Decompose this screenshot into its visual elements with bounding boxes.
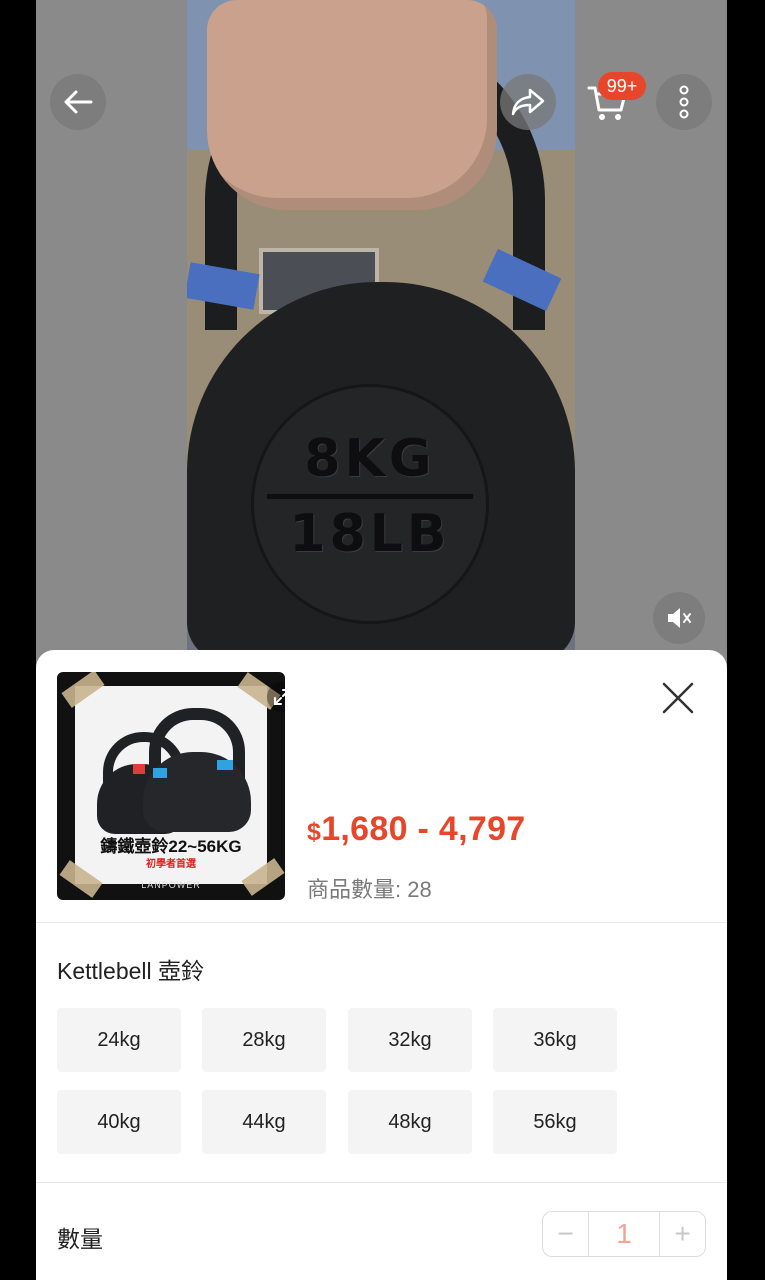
back-button[interactable]: [50, 74, 106, 130]
divider: [36, 922, 727, 923]
more-button[interactable]: [656, 74, 712, 130]
variant-option-56kg[interactable]: 56kg: [493, 1090, 617, 1154]
thumbnail-brand: LANPOWER: [141, 880, 201, 890]
emboss-lb: 18LB: [289, 504, 451, 564]
quantity-input[interactable]: 1: [588, 1212, 660, 1256]
emboss-rule: [267, 494, 473, 499]
variant-group-title: Kettlebell 壺鈴: [57, 958, 205, 984]
thumbnail-title: 鑄鐵壺鈴22~56KG: [100, 837, 242, 856]
variant-sheet: 鑄鐵壺鈴22~56KG 初學者首選 LANPOWER $1,680 - 4,79…: [36, 650, 727, 1280]
variant-option-44kg[interactable]: 44kg: [202, 1090, 326, 1154]
share-button[interactable]: [500, 74, 556, 130]
variant-option-24kg[interactable]: 24kg: [57, 1008, 181, 1072]
kettlebell-emboss: 8KG 18LB: [267, 429, 473, 564]
arrow-left-icon: [64, 90, 93, 114]
close-icon: [662, 682, 694, 714]
expand-icon: [274, 689, 285, 705]
price-value: 1,680 - 4,797: [321, 810, 526, 848]
product-thumbnail[interactable]: 鑄鐵壺鈴22~56KG 初學者首選 LANPOWER: [57, 672, 285, 900]
share-icon: [511, 88, 545, 116]
quantity-stepper: − 1 +: [542, 1211, 706, 1257]
emboss-kg: 8KG: [304, 429, 436, 489]
variant-option-28kg[interactable]: 28kg: [202, 1008, 326, 1072]
quantity-decrease-button[interactable]: −: [543, 1212, 588, 1256]
variant-option-48kg[interactable]: 48kg: [348, 1090, 472, 1154]
price-range: $1,680 - 4,797: [307, 810, 526, 849]
stock-quantity: 商品數量: 28: [307, 877, 432, 902]
quantity-label: 數量: [57, 1226, 103, 1252]
kettlebell-band-blue: [217, 760, 233, 770]
price-currency: $: [307, 818, 322, 846]
mute-button[interactable]: [653, 592, 705, 644]
hand: [207, 0, 497, 210]
more-vertical-icon: [679, 85, 689, 119]
variant-option-32kg[interactable]: 32kg: [348, 1008, 472, 1072]
variant-option-40kg[interactable]: 40kg: [57, 1090, 181, 1154]
variant-option-36kg[interactable]: 36kg: [493, 1008, 617, 1072]
kettlebell-band-red: [133, 764, 145, 774]
kettlebell-band-blue-2: [153, 768, 167, 778]
quantity-increase-button[interactable]: +: [660, 1212, 705, 1256]
divider: [36, 1182, 727, 1183]
thumbnail-subtitle: 初學者首選: [146, 859, 196, 870]
cart-badge: 99+: [598, 72, 646, 100]
close-button[interactable]: [658, 678, 698, 718]
app-screen: 8KG 18LB 99+ 鑄鐵壺鈴22~56KG 初學者首選 LANPOWER …: [36, 0, 727, 1280]
speaker-muted-icon: [668, 608, 691, 628]
